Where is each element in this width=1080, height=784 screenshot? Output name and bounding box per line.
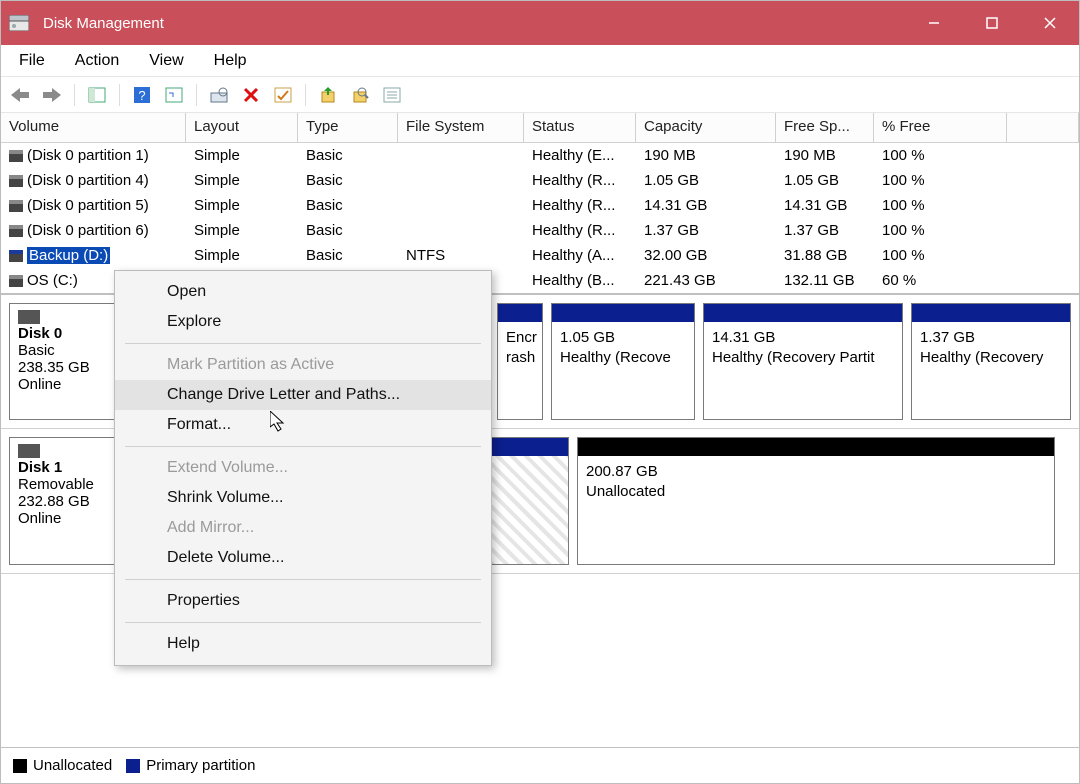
delete-icon[interactable] bbox=[238, 82, 264, 108]
partition[interactable]: 1.05 GBHealthy (Recove bbox=[551, 303, 695, 420]
context-menu-item[interactable]: Properties bbox=[115, 586, 491, 616]
legend-primary: Primary partition bbox=[146, 757, 255, 774]
legend-unallocated: Unallocated bbox=[33, 757, 112, 774]
volume-row[interactable]: (Disk 0 partition 4)SimpleBasicHealthy (… bbox=[1, 168, 1079, 193]
context-menu-item[interactable]: Explore bbox=[115, 307, 491, 337]
context-menu-item[interactable]: Help bbox=[115, 629, 491, 659]
partition[interactable]: Encrrash bbox=[497, 303, 543, 420]
volume-list-header[interactable]: Volume Layout Type File System Status Ca… bbox=[1, 113, 1079, 143]
legend-swatch-unallocated bbox=[13, 759, 27, 773]
rescan-disks-button[interactable] bbox=[206, 82, 232, 108]
refresh-button[interactable] bbox=[161, 82, 187, 108]
volume-icon bbox=[9, 275, 23, 287]
partition-unallocated[interactable]: 200.87 GBUnallocated bbox=[577, 437, 1055, 565]
col-rest bbox=[1007, 113, 1079, 143]
volume-icon bbox=[9, 150, 23, 162]
find-icon[interactable] bbox=[347, 82, 373, 108]
check-icon[interactable] bbox=[270, 82, 296, 108]
volume-icon bbox=[9, 175, 23, 187]
volume-icon bbox=[9, 200, 23, 212]
legend-swatch-primary bbox=[126, 759, 140, 773]
minimize-button[interactable] bbox=[905, 1, 963, 45]
help-icon[interactable]: ? bbox=[129, 82, 155, 108]
volume-row[interactable]: (Disk 0 partition 5)SimpleBasicHealthy (… bbox=[1, 193, 1079, 218]
menu-action[interactable]: Action bbox=[65, 48, 129, 74]
col-layout[interactable]: Layout bbox=[186, 113, 298, 143]
partition[interactable]: 1.37 GBHealthy (Recovery bbox=[911, 303, 1071, 420]
col-capacity[interactable]: Capacity bbox=[636, 113, 776, 143]
properties-icon[interactable] bbox=[379, 82, 405, 108]
menu-file[interactable]: File bbox=[9, 48, 55, 74]
volume-row[interactable]: (Disk 0 partition 6)SimpleBasicHealthy (… bbox=[1, 218, 1079, 243]
legend: Unallocated Primary partition bbox=[1, 747, 1079, 783]
context-menu-item: Mark Partition as Active bbox=[115, 350, 491, 380]
show-hide-console-tree-button[interactable] bbox=[84, 82, 110, 108]
volume-row[interactable]: Backup (D:)SimpleBasicNTFSHealthy (A...3… bbox=[1, 243, 1079, 268]
volume-row[interactable]: (Disk 0 partition 1)SimpleBasicHealthy (… bbox=[1, 143, 1079, 168]
col-fs[interactable]: File System bbox=[398, 113, 524, 143]
app-icon bbox=[9, 14, 35, 32]
volume-icon bbox=[9, 250, 23, 262]
toolbar: ? bbox=[1, 77, 1079, 113]
titlebar[interactable]: Disk Management bbox=[1, 1, 1079, 45]
context-menu-item[interactable]: Open bbox=[115, 277, 491, 307]
context-menu-item[interactable]: Format... bbox=[115, 410, 491, 440]
forward-button[interactable] bbox=[39, 82, 65, 108]
svg-text:?: ? bbox=[138, 88, 145, 103]
menubar: File Action View Help bbox=[1, 45, 1079, 77]
volume-icon bbox=[9, 225, 23, 237]
context-menu-item: Add Mirror... bbox=[115, 513, 491, 543]
window-title: Disk Management bbox=[43, 15, 164, 32]
maximize-button[interactable] bbox=[963, 1, 1021, 45]
context-menu-item[interactable]: Shrink Volume... bbox=[115, 483, 491, 513]
menu-view[interactable]: View bbox=[139, 48, 193, 74]
disk-icon bbox=[18, 310, 40, 324]
menu-help[interactable]: Help bbox=[204, 48, 257, 74]
export-icon[interactable] bbox=[315, 82, 341, 108]
col-volume[interactable]: Volume bbox=[1, 113, 186, 143]
close-button[interactable] bbox=[1021, 1, 1079, 45]
context-menu[interactable]: OpenExplore Mark Partition as ActiveChang… bbox=[114, 270, 492, 666]
col-type[interactable]: Type bbox=[298, 113, 398, 143]
context-menu-item[interactable]: Delete Volume... bbox=[115, 543, 491, 573]
cursor-icon bbox=[270, 411, 290, 433]
disk-icon bbox=[18, 444, 40, 458]
col-free[interactable]: Free Sp... bbox=[776, 113, 874, 143]
col-pfree[interactable]: % Free bbox=[874, 113, 1007, 143]
back-button[interactable] bbox=[7, 82, 33, 108]
partition[interactable]: 14.31 GBHealthy (Recovery Partit bbox=[703, 303, 903, 420]
volume-list: Volume Layout Type File System Status Ca… bbox=[1, 113, 1079, 294]
col-status[interactable]: Status bbox=[524, 113, 636, 143]
context-menu-item[interactable]: Change Drive Letter and Paths... bbox=[115, 380, 491, 410]
context-menu-item: Extend Volume... bbox=[115, 453, 491, 483]
